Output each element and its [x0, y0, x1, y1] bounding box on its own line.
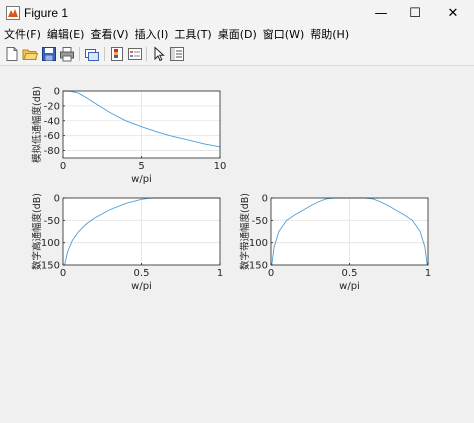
minimize-button[interactable]: — — [364, 0, 398, 26]
y-tick-label: -50 — [252, 216, 268, 227]
x-tick-label: 0.5 — [342, 268, 358, 279]
x-tick-label: 0 — [60, 268, 66, 279]
close-button[interactable]: ✕ — [436, 0, 470, 26]
link-icon[interactable] — [84, 46, 100, 62]
maximize-button[interactable]: ☐ — [398, 0, 432, 26]
pointer-icon[interactable] — [151, 46, 167, 62]
menu-help[interactable]: 帮助(H) — [306, 26, 351, 42]
title-bar[interactable]: Figure 1 — ☐ ✕ — [0, 0, 474, 26]
analog-lowpass-plot: 0 5 10 0 -20 -40 -60 -80 w/pi 模拟低通幅度(dB) — [31, 86, 226, 185]
window-title: Figure 1 — [24, 6, 69, 20]
save-icon[interactable] — [41, 46, 57, 62]
x-tick-label: 1 — [425, 268, 431, 279]
y-axis-label: 数字带通幅度(dB) — [239, 193, 251, 270]
colorbar-icon[interactable] — [109, 46, 125, 62]
y-tick-label: -50 — [44, 216, 60, 227]
x-tick-label: 10 — [214, 161, 227, 172]
new-figure-icon[interactable] — [4, 46, 20, 62]
menu-insert[interactable]: 插入(I) — [131, 26, 171, 42]
y-axis-label: 模拟低通幅度(dB) — [31, 86, 43, 163]
y-tick-label: 0 — [54, 87, 60, 98]
plots-svg: 0 5 100-20-40-60-80w/pi模拟低通幅度(dB)0 0.5 10-50… — [31, 86, 431, 292]
toolbar — [0, 43, 474, 66]
y-axis-label: 数字高通幅度(dB) — [31, 193, 43, 270]
x-axis-label: w/pi — [131, 281, 152, 292]
digital-bandpass-plot: 0 0.5 10-50-100-150w/pi数字带通幅度(dB) — [239, 193, 431, 292]
figure-window: Figure 1 — ☐ ✕ 文件(F) 编辑(E) 查看(V) 插入(I) 工… — [0, 0, 474, 420]
x-axis-label: w/pi — [339, 281, 360, 292]
print-icon[interactable] — [59, 46, 75, 62]
x-tick-label: 0 — [60, 161, 66, 172]
menu-bar: 文件(F) 编辑(E) 查看(V) 插入(I) 工具(T) 桌面(D) 窗口(W… — [0, 26, 474, 42]
toolbar-separator — [104, 47, 105, 61]
y-tick-label: -80 — [44, 146, 60, 157]
menu-file[interactable]: 文件(F) — [0, 26, 43, 42]
legend-icon[interactable] — [127, 46, 143, 62]
property-inspector-icon[interactable] — [169, 46, 185, 62]
maximize-icon: ☐ — [409, 5, 421, 21]
toolbar-separator — [79, 47, 80, 61]
open-file-icon[interactable] — [22, 46, 38, 62]
x-tick-label: 0 — [268, 268, 274, 279]
x-tick-label: 0.5 — [134, 268, 150, 279]
y-tick-label: 0 — [54, 194, 60, 205]
menu-tools[interactable]: 工具(T) — [170, 26, 213, 42]
y-tick-label: -20 — [44, 101, 60, 112]
menu-view[interactable]: 查看(V) — [86, 26, 130, 42]
digital-highpass-plot: 0 0.5 10-50-100-150w/pi数字高通幅度(dB) — [31, 193, 223, 292]
y-tick-label: 0 — [262, 194, 268, 205]
close-icon: ✕ — [447, 5, 459, 21]
matlab-figure-icon — [6, 6, 20, 20]
y-tick-label: -40 — [44, 116, 60, 127]
menu-desktop[interactable]: 桌面(D) — [214, 26, 259, 42]
y-tick-label: -60 — [44, 131, 60, 142]
menu-window[interactable]: 窗口(W) — [259, 26, 306, 42]
x-tick-label: 1 — [217, 268, 223, 279]
x-axis-label: w/pi — [131, 174, 152, 185]
menu-edit[interactable]: 编辑(E) — [43, 26, 87, 42]
x-tick-label: 5 — [138, 161, 144, 172]
minimize-icon: — — [374, 5, 388, 21]
figure-canvas[interactable]: 0 5 10 0 -20 -40 -60 -80 w/pi 模拟低通幅度(dB) 0 0.5 1 0 -50… — [0, 66, 474, 420]
toolbar-separator — [146, 47, 147, 61]
